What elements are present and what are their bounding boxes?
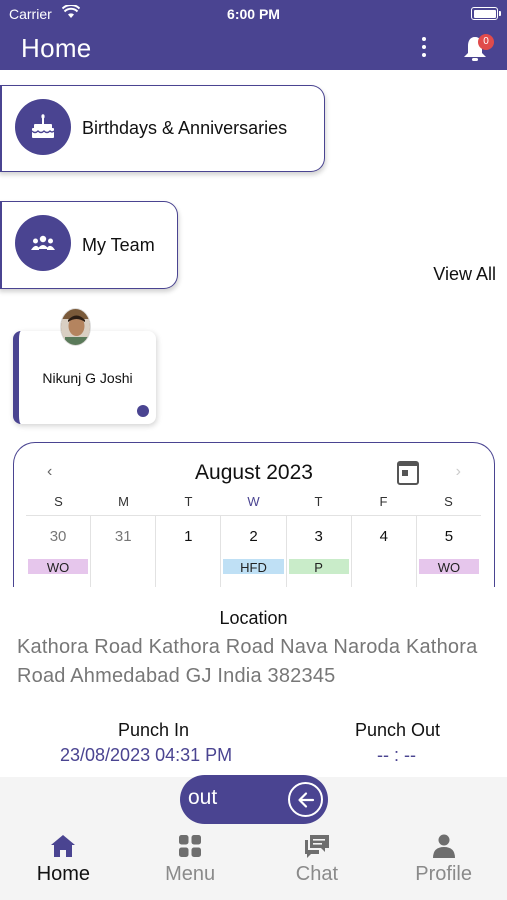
status-dot (137, 405, 149, 417)
more-options-icon[interactable] (414, 35, 434, 61)
nav-label-home: Home (36, 863, 91, 885)
day-number: 1 (184, 528, 193, 545)
day-status-tag: HFD (223, 559, 284, 574)
view-all-link[interactable]: View All (433, 264, 496, 285)
day-status-tag (354, 559, 414, 574)
weekday-label: M (118, 494, 129, 509)
member-name: Nikunj G Joshi (42, 369, 133, 386)
notification-badge: 0 (478, 34, 494, 50)
day-number: 30 (49, 528, 67, 545)
group-icon (15, 215, 71, 271)
birthdays-label: Birthdays & Anniversaries (82, 118, 288, 138)
day-status-tag (158, 559, 218, 574)
punch-in-value: 23/08/2023 04:31 PM (60, 745, 233, 765)
home-icon (51, 835, 76, 857)
day-status-tag: WO (418, 559, 479, 574)
location-title: Location (219, 608, 288, 628)
chat-icon (304, 835, 329, 858)
day-number: 31 (114, 528, 132, 545)
punch-in-label: Punch In (118, 720, 190, 740)
punch-out-slider[interactable]: out (180, 775, 328, 824)
weekday-label: W (247, 494, 260, 509)
day-status-tag: WO (28, 559, 89, 574)
bottom-navigation: Home Menu Chat Profile (0, 825, 507, 900)
battery-icon (471, 7, 501, 20)
weekday-label: F (379, 494, 388, 509)
nav-tab-profile[interactable]: Profile (380, 825, 507, 900)
calendar-icon[interactable] (397, 461, 419, 485)
slider-label: out (188, 786, 218, 809)
nav-label-chat: Chat (295, 863, 338, 885)
weekday-label: S (444, 494, 453, 509)
nav-tab-home[interactable]: Home (0, 825, 127, 900)
nav-label-menu: Menu (165, 863, 216, 885)
punch-out-label: Punch Out (355, 720, 441, 740)
location-address: Kathora Road Kathora Road Nava Naroda Ka… (17, 636, 478, 687)
nav-label-profile: Profile (415, 863, 472, 885)
next-month-icon[interactable]: › (456, 463, 461, 481)
birthdays-anniversaries-card[interactable]: Birthdays & Anniversaries (0, 85, 325, 172)
my-team-card[interactable]: My Team (0, 201, 178, 289)
my-team-label: My Team (82, 234, 155, 255)
cake-icon (15, 99, 71, 155)
day-number: 4 (379, 528, 388, 545)
day-status-tag (93, 559, 153, 574)
person-icon (432, 834, 455, 858)
calendar-month-title: August 2023 (195, 461, 313, 484)
page-title: Home (21, 33, 92, 63)
weekday-header: S M T W T F S (26, 494, 481, 509)
weekday-label: S (54, 494, 63, 509)
day-status-tag: P (288, 559, 349, 574)
team-member-card[interactable]: Nikunj G Joshi (13, 331, 156, 424)
app-header: Carrier 6:00 PM Home 0 (0, 0, 507, 70)
punch-panel: Location Kathora Road Kathora Road Nava … (0, 587, 507, 777)
punch-out-value: -- : -- (377, 745, 416, 765)
day-number: 3 (314, 528, 323, 545)
weekday-label: T (314, 494, 323, 509)
nav-tab-menu[interactable]: Menu (127, 825, 254, 900)
day-number: 5 (444, 528, 454, 545)
clock-label: 6:00 PM (227, 6, 280, 22)
avatar (60, 308, 91, 346)
nav-tab-chat[interactable]: Chat (254, 825, 381, 900)
grid-icon (179, 835, 202, 857)
attendance-calendar: ‹ August 2023 › S M T W T F S 30 WO 31 1 … (13, 442, 495, 602)
weekday-label: T (184, 494, 193, 509)
arrow-left-icon[interactable] (288, 782, 323, 817)
day-number: 2 (249, 528, 258, 545)
